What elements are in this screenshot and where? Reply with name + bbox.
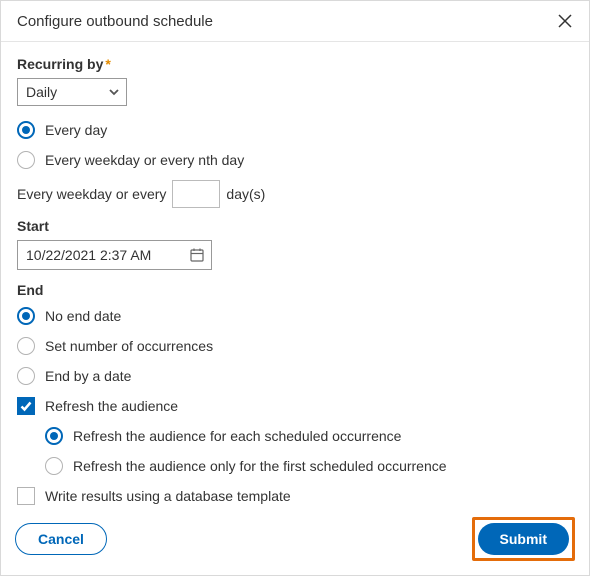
radio-refresh-each[interactable]	[45, 427, 63, 445]
recurring-every-weekday-row[interactable]: Every weekday or every nth day	[17, 148, 573, 172]
refresh-audience-row[interactable]: Refresh the audience	[17, 394, 573, 418]
radio-refresh-each-label: Refresh the audience for each scheduled …	[73, 428, 401, 444]
calendar-icon	[189, 247, 205, 263]
submit-highlight-box: Submit	[472, 517, 575, 561]
checkbox-refresh-audience[interactable]	[17, 397, 35, 415]
end-label: End	[17, 282, 573, 298]
radio-every-weekday-nth[interactable]	[17, 151, 35, 169]
recurring-by-text: Recurring by	[17, 56, 103, 72]
submit-button[interactable]: Submit	[478, 523, 569, 555]
radio-end-by-date[interactable]	[17, 367, 35, 385]
nth-suffix: day(s)	[226, 186, 265, 202]
radio-every-day[interactable]	[17, 121, 35, 139]
recurring-by-label: Recurring by*	[17, 56, 573, 72]
start-label: Start	[17, 218, 573, 234]
refresh-each-row[interactable]: Refresh the audience for each scheduled …	[45, 424, 573, 448]
dialog-titlebar: Configure outbound schedule	[1, 1, 589, 42]
radio-refresh-first[interactable]	[45, 457, 63, 475]
configure-schedule-dialog: Configure outbound schedule Recurring by…	[0, 0, 590, 576]
chevron-down-icon	[108, 86, 120, 98]
radio-refresh-first-label: Refresh the audience only for the first …	[73, 458, 447, 474]
radio-set-number-label: Set number of occurrences	[45, 338, 213, 354]
end-set-number-row[interactable]: Set number of occurrences	[17, 334, 573, 358]
radio-end-by-date-label: End by a date	[45, 368, 131, 384]
start-datetime-input[interactable]: 10/22/2021 2:37 AM	[17, 240, 212, 270]
checkbox-write-template[interactable]	[17, 487, 35, 505]
recurring-every-day-row[interactable]: Every day	[17, 118, 573, 142]
start-datetime-value: 10/22/2021 2:37 AM	[26, 247, 151, 263]
radio-every-day-label: Every day	[45, 122, 107, 138]
nth-day-input[interactable]	[172, 180, 220, 208]
radio-set-number[interactable]	[17, 337, 35, 355]
close-icon[interactable]	[555, 11, 575, 31]
recurring-by-select[interactable]: Daily	[17, 78, 127, 106]
submit-button-label: Submit	[500, 531, 547, 547]
checkbox-write-template-label: Write results using a database template	[45, 488, 291, 504]
cancel-button-label: Cancel	[38, 531, 84, 547]
dialog-title: Configure outbound schedule	[17, 13, 213, 30]
nth-day-row: Every weekday or every day(s)	[17, 180, 573, 208]
radio-every-weekday-nth-label: Every weekday or every nth day	[45, 152, 244, 168]
dialog-body: Recurring by* Daily Every day Every week…	[1, 42, 589, 507]
radio-no-end-date-label: No end date	[45, 308, 121, 324]
nth-prefix: Every weekday or every	[17, 186, 166, 202]
required-marker: *	[105, 56, 110, 72]
refresh-first-row[interactable]: Refresh the audience only for the first …	[45, 454, 573, 478]
dialog-footer: Cancel Submit	[1, 507, 589, 575]
radio-no-end-date[interactable]	[17, 307, 35, 325]
recurring-by-value: Daily	[26, 84, 57, 100]
write-template-row[interactable]: Write results using a database template	[17, 484, 573, 507]
cancel-button[interactable]: Cancel	[15, 523, 107, 555]
end-no-end-row[interactable]: No end date	[17, 304, 573, 328]
checkbox-refresh-audience-label: Refresh the audience	[45, 398, 178, 414]
end-by-date-row[interactable]: End by a date	[17, 364, 573, 388]
